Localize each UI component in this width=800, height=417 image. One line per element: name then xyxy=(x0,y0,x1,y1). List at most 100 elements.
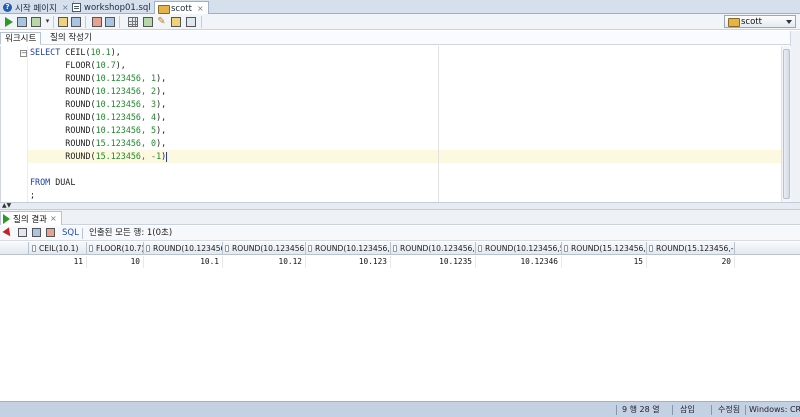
rollback-button[interactable] xyxy=(70,16,81,27)
table-cell[interactable]: 15 xyxy=(562,256,647,268)
table-cell[interactable]: 10.12 xyxy=(223,256,306,268)
run-script-button[interactable] xyxy=(16,16,27,27)
run-statement-button[interactable] xyxy=(3,16,14,27)
sql-arguments: 10.123456, 3 xyxy=(95,99,157,109)
column-header-label: ROUND(15.123456,0) xyxy=(571,244,647,253)
table-row[interactable]: 11 10 10.1 10.12 10.123 10.1235 10.12346 15 20 xyxy=(0,256,800,268)
table-cell[interactable]: 20 xyxy=(647,256,735,268)
sort-icon xyxy=(649,245,653,252)
column-header[interactable]: FLOOR(10.7) xyxy=(87,242,144,255)
sql-function: ROUND( xyxy=(65,138,96,148)
column-header[interactable]: ROUND(10.123456,5) xyxy=(476,242,562,255)
code-line: ROUND(10.123456, 2), xyxy=(30,85,166,98)
status-separator xyxy=(672,405,673,415)
format-button[interactable] xyxy=(142,16,153,27)
sql-editor[interactable]: − SELECT CEIL(10.1), FLOOR(10.7), ROUND(… xyxy=(0,46,791,202)
code-line: ROUND(10.123456, 1), xyxy=(30,72,166,85)
toolbar-separator xyxy=(85,16,86,28)
table-cell[interactable]: 11 xyxy=(30,256,87,268)
tab-worksheet[interactable]: 워크시트 xyxy=(0,32,42,45)
sql-arguments: 15.123456, -1 xyxy=(95,151,162,161)
sql-keyword xyxy=(30,151,65,161)
sql-function: ROUND( xyxy=(65,125,96,135)
line-ending: Windows: CR xyxy=(749,405,800,414)
code-line: ROUND(10.123456, 5), xyxy=(30,124,166,137)
explain-plan-icon xyxy=(91,16,102,27)
eraser-icon: ✎ xyxy=(157,16,166,27)
scrollbar-thumb[interactable] xyxy=(783,49,790,199)
people-button[interactable] xyxy=(185,16,196,27)
panel-splitter[interactable]: ▲▼ xyxy=(0,202,800,210)
right-margin-guide xyxy=(438,46,439,202)
tab-start-page[interactable]: ? 시작 페이지 × xyxy=(0,1,74,14)
export-button[interactable] xyxy=(46,228,56,238)
collapse-arrows-icon[interactable]: ▲▼ xyxy=(2,203,11,209)
column-header[interactable]: ROUND(10.123456,4) xyxy=(391,242,476,255)
column-header[interactable]: CEIL(10.1) xyxy=(30,242,87,255)
commit-button[interactable] xyxy=(57,16,68,27)
sort-icon xyxy=(225,245,229,252)
pin-icon xyxy=(2,227,14,239)
results-tab-bar: 질의 결과 × xyxy=(0,210,800,225)
sql-link[interactable]: SQL xyxy=(62,228,79,239)
grid-button[interactable] xyxy=(127,16,138,27)
tab-query-builder[interactable]: 질의 작성기 xyxy=(46,32,96,45)
connection-select[interactable]: scott xyxy=(724,15,796,28)
column-header[interactable]: ROUND(15.123456,0) xyxy=(562,242,647,255)
grid-icon xyxy=(127,16,138,27)
sql-tuning-button[interactable] xyxy=(104,16,115,27)
format-icon xyxy=(142,16,153,27)
print-button[interactable] xyxy=(18,228,28,238)
toolbar-separator xyxy=(119,16,120,28)
sql-function: ROUND( xyxy=(65,112,96,122)
sql-file-icon xyxy=(72,3,81,12)
column-header-label: ROUND(10.123456,5) xyxy=(485,244,562,253)
table-cell[interactable]: 10.1235 xyxy=(391,256,476,268)
sql-punctuation: ), xyxy=(156,73,167,83)
sql-keyword xyxy=(30,73,65,83)
status-bar: 9 행 28 열 삽입 수정됨 Windows: CR xyxy=(0,401,800,417)
results-toolbar: SQL 인출된 모든 행: 1(0초) xyxy=(0,226,800,241)
explain-plan-button[interactable] xyxy=(91,16,102,27)
table-cell[interactable]: 10 xyxy=(87,256,144,268)
collapse-icon[interactable]: − xyxy=(20,50,27,57)
script-icon xyxy=(16,16,27,27)
sql-function: FLOOR( xyxy=(65,60,96,70)
close-icon[interactable]: × xyxy=(197,4,204,13)
cursor-position: 9 행 28 열 xyxy=(622,405,660,414)
document-tab-bar: ? 시작 페이지 × workshop01.sql × scott × xyxy=(0,0,800,15)
tab-workshop01-sql[interactable]: workshop01.sql × xyxy=(69,1,168,14)
column-header[interactable]: ROUND(15.123456,-1) xyxy=(647,242,735,255)
pin-button[interactable] xyxy=(2,227,14,239)
code-line: ROUND(10.123456, 4), xyxy=(30,111,166,124)
editor-vertical-scrollbar[interactable] xyxy=(781,46,791,202)
help-icon: ? xyxy=(3,3,12,12)
close-icon[interactable]: × xyxy=(62,3,69,12)
column-header[interactable]: ROUND(10.123456,1) xyxy=(144,242,223,255)
autotrace-dropdown[interactable]: ▾ xyxy=(42,16,53,27)
tab-query-result[interactable]: 질의 결과 × xyxy=(0,211,62,225)
refresh-button[interactable] xyxy=(32,228,42,238)
clear-button[interactable]: ✎ xyxy=(156,16,167,27)
column-header[interactable]: ROUND(10.123456,2) xyxy=(223,242,306,255)
worksheet-subtabs: 워크시트 질의 작성기 xyxy=(0,31,800,45)
table-cell[interactable]: 10.12346 xyxy=(476,256,562,268)
right-dock-strip xyxy=(790,31,800,203)
sql-punctuation: ), xyxy=(156,99,167,109)
history-icon xyxy=(170,16,181,27)
autotrace-button[interactable] xyxy=(30,16,41,27)
database-connection-icon xyxy=(158,4,170,14)
close-icon[interactable]: × xyxy=(50,214,57,223)
tab-scott[interactable]: scott × xyxy=(154,1,209,15)
insert-mode[interactable]: 삽입 xyxy=(680,402,695,417)
column-header[interactable]: ROUND(10.123456,3) xyxy=(306,242,391,255)
sql-punctuation: ), xyxy=(110,47,121,57)
sql-arguments: 10.123456, 2 xyxy=(95,86,157,96)
text-caret xyxy=(166,152,167,162)
column-header-label: ROUND(10.123456,2) xyxy=(232,244,305,253)
sql-function: ROUND( xyxy=(65,73,96,83)
table-cell[interactable]: 10.123 xyxy=(306,256,391,268)
table-cell[interactable]: 10.1 xyxy=(144,256,223,268)
history-button[interactable] xyxy=(170,16,181,27)
connection-label: scott xyxy=(741,16,762,27)
